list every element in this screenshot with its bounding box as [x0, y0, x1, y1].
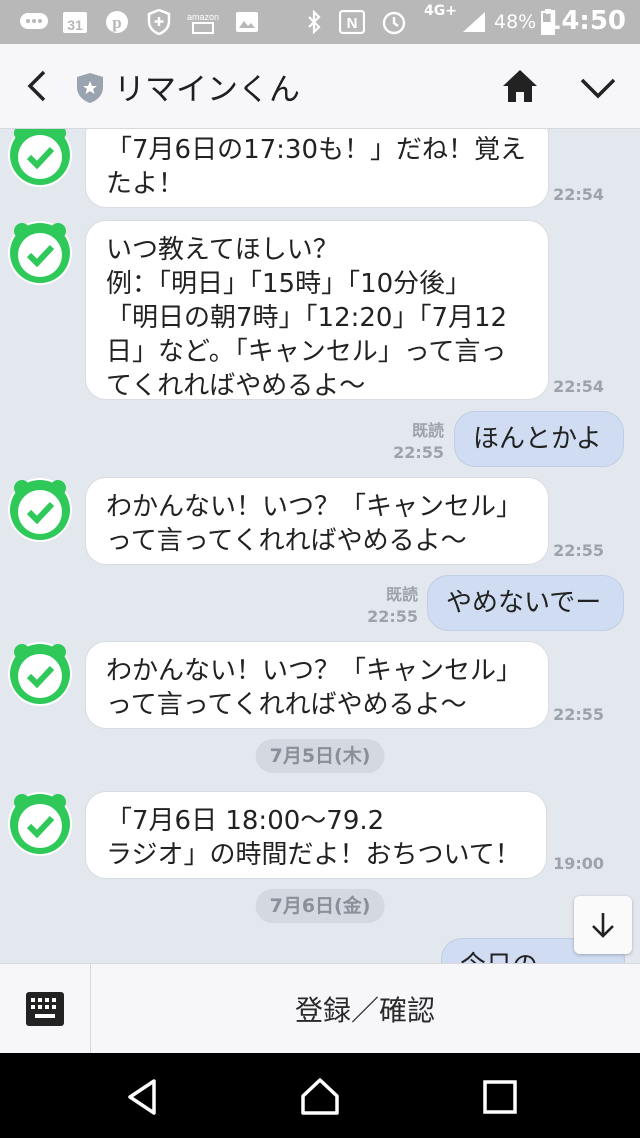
chat-title: リマインくん — [114, 72, 300, 108]
svg-text:p: p — [112, 13, 121, 32]
bottom-bar: 登録／確認 — [0, 963, 640, 1054]
battery-percent: 48% — [494, 11, 537, 33]
message-time: 22:55 — [367, 607, 418, 626]
nfc-icon: N — [338, 10, 366, 34]
incoming-message[interactable]: いつ教えてほしい？ 例：「明日」「15時」「10分後」 「明日の朝7時」「12:… — [86, 221, 548, 401]
clock: 14:50 — [543, 6, 626, 36]
avatar[interactable] — [8, 642, 72, 706]
avatar[interactable] — [8, 792, 72, 856]
date-separator: 7月5日(木) — [255, 739, 385, 773]
chat-icon — [18, 10, 50, 34]
home-circle-icon[interactable] — [298, 1075, 342, 1119]
message-time: 22:55 — [393, 443, 444, 462]
signal-icon — [460, 10, 488, 34]
recents-square-icon[interactable] — [478, 1075, 522, 1119]
avatar[interactable] — [8, 129, 72, 187]
arrow-down-icon — [592, 913, 614, 938]
scroll-down-button[interactable] — [574, 896, 632, 954]
outgoing-message[interactable]: ほんとかよ — [455, 412, 623, 466]
image-icon — [234, 10, 260, 34]
calendar-day: 31 — [67, 17, 83, 33]
system-nav-bar — [0, 1053, 640, 1138]
keyboard-button[interactable] — [0, 964, 91, 1054]
register-confirm-button[interactable]: 登録／確認 — [90, 964, 640, 1054]
calendar-icon: 31 — [62, 10, 88, 34]
message-time: 19:00 — [553, 854, 604, 873]
status-bar: 31 p amazon N 4G+ 48% 14:50 — [0, 0, 640, 44]
date-separator: 7月6日(金) — [255, 889, 385, 923]
amazon-icon: amazon — [186, 10, 220, 34]
chevron-down-icon[interactable] — [578, 70, 618, 106]
message-time: 22:54 — [553, 185, 604, 204]
avatar[interactable] — [8, 221, 72, 285]
incoming-message[interactable]: 「7月6日 18:00〜79.2 ラジオ」の時間だよ！おちついて！ — [86, 792, 546, 878]
back-triangle-icon[interactable] — [120, 1075, 164, 1119]
back-icon[interactable] — [20, 68, 56, 104]
message-time: 22:55 — [553, 705, 604, 724]
chat-header: リマインくん — [0, 44, 640, 129]
official-badge-icon — [76, 72, 104, 104]
home-icon[interactable] — [500, 66, 540, 106]
avatar[interactable] — [8, 478, 72, 542]
svg-text:N: N — [347, 15, 358, 32]
keyboard-icon — [26, 992, 64, 1026]
shield-icon — [146, 9, 172, 35]
message-time: 22:54 — [553, 377, 604, 396]
incoming-message[interactable]: 「7月6日の17:30も！」だね！覚え たよ！ — [86, 129, 548, 207]
message-time: 22:55 — [553, 541, 604, 560]
incoming-message[interactable]: わかんない！いつ？「キャンセル」 って言ってくれればやめるよ〜 — [86, 642, 548, 728]
pinterest-icon: p — [104, 10, 130, 34]
read-receipt: 既読 — [411, 421, 444, 440]
chat-area[interactable]: 「7月6日の17:30も！」だね！覚え たよ！ 22:54 いつ教えてほしい？ … — [0, 129, 640, 963]
read-receipt: 既読 — [385, 585, 418, 604]
bluetooth-icon — [304, 10, 324, 34]
incoming-message[interactable]: わかんない！いつ？「キャンセル」 って言ってくれればやめるよ〜 — [86, 478, 548, 564]
network-type: 4G+ — [424, 3, 457, 19]
alarm-icon — [380, 10, 408, 35]
outgoing-message[interactable]: やめないでー — [428, 576, 623, 630]
svg-text:amazon: amazon — [187, 12, 219, 22]
